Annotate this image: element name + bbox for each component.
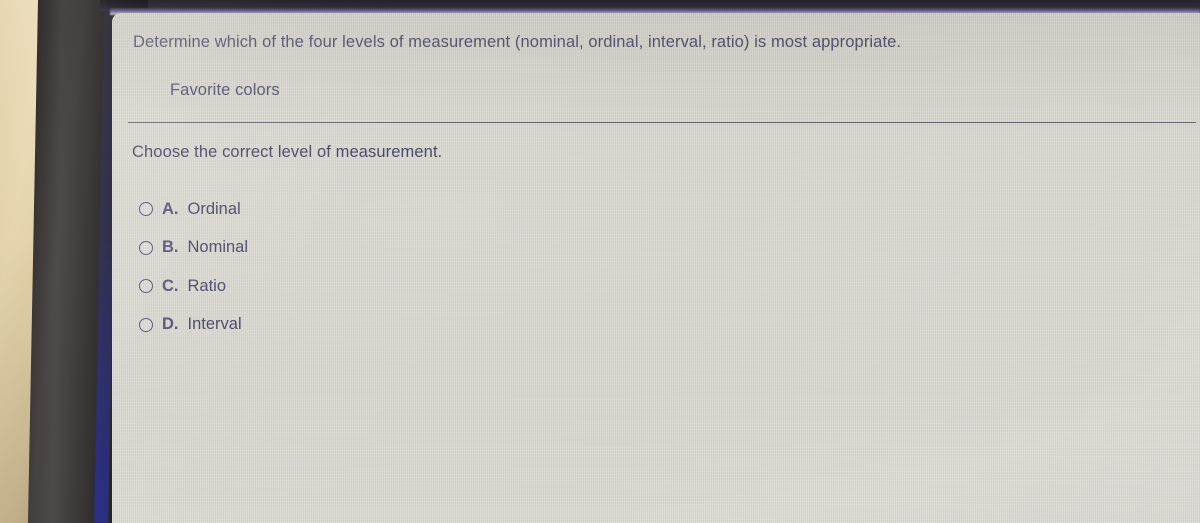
option-letter-a: A. bbox=[162, 199, 179, 218]
radio-button-b-icon[interactable] bbox=[139, 240, 153, 255]
option-row-c[interactable]: C. Ratio bbox=[139, 267, 248, 306]
question-subject: Favorite colors bbox=[170, 81, 280, 99]
option-label-a: Ordinal bbox=[187, 199, 241, 218]
question-stem: Determine which of the four levels of me… bbox=[133, 33, 902, 51]
option-row-d[interactable]: D. Interval bbox=[139, 306, 248, 345]
option-label-d: Interval bbox=[187, 315, 242, 334]
section-divider bbox=[128, 122, 1196, 123]
option-label-b: Nominal bbox=[187, 238, 249, 257]
question-content: Determine which of the four levels of me… bbox=[112, 13, 1200, 523]
screen-panel: Determine which of the four levels of me… bbox=[112, 13, 1200, 523]
option-row-b[interactable]: B. Nominal bbox=[139, 229, 248, 268]
option-letter-b: B. bbox=[162, 238, 179, 257]
option-label-c: Ratio bbox=[187, 276, 227, 295]
answer-prompt: Choose the correct level of measurement. bbox=[132, 143, 443, 161]
radio-button-d-icon[interactable] bbox=[139, 317, 153, 332]
radio-button-a-icon[interactable] bbox=[139, 202, 153, 217]
option-letter-d: D. bbox=[162, 315, 179, 334]
option-row-a[interactable]: A. Ordinal bbox=[139, 190, 248, 229]
radio-button-c-icon[interactable] bbox=[139, 279, 153, 294]
laptop-screen-photo: Determine which of the four levels of me… bbox=[0, 0, 1200, 523]
option-letter-c: C. bbox=[162, 276, 179, 295]
answer-options-group: A. Ordinal B. Nominal C. Ratio D. Interv bbox=[139, 190, 248, 344]
